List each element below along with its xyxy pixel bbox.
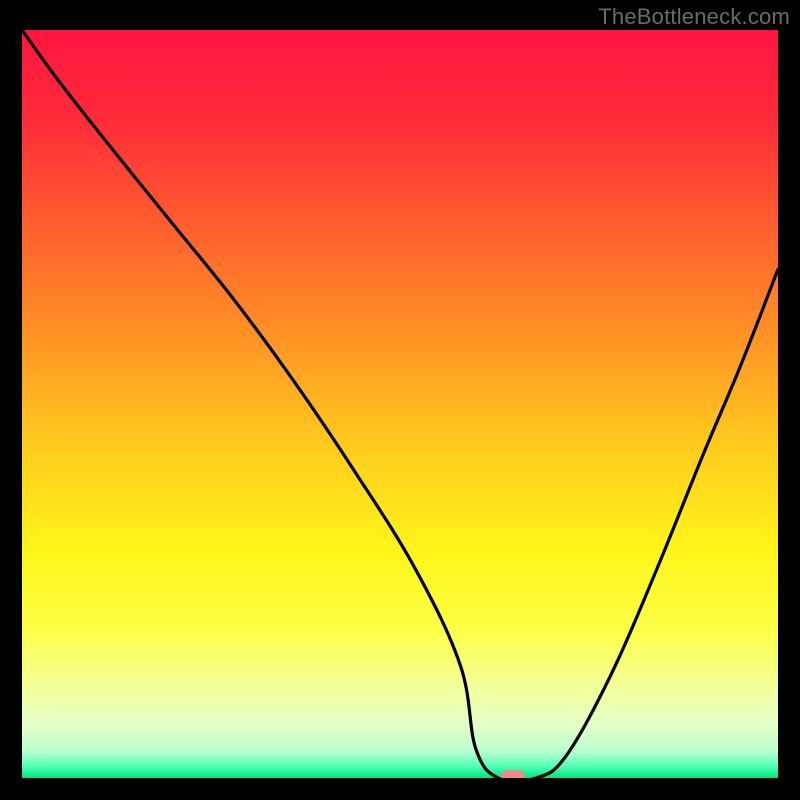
- plot-area: [22, 30, 778, 778]
- bottleneck-curve: [22, 30, 778, 778]
- chart-container: TheBottleneck.com: [0, 0, 800, 800]
- watermark-text: TheBottleneck.com: [598, 4, 790, 30]
- optimal-point-marker: [501, 770, 525, 778]
